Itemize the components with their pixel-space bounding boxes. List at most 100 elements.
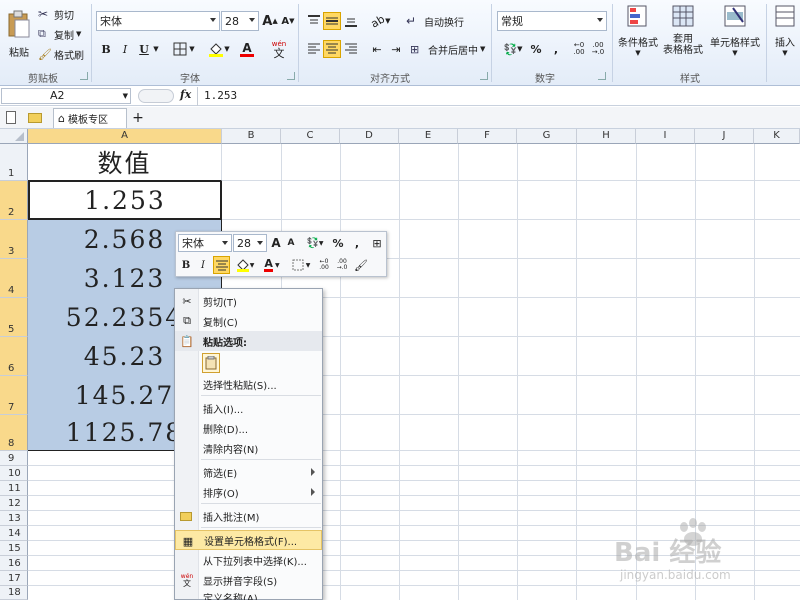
- mini-percent-button[interactable]: %: [331, 235, 345, 251]
- row-header-16[interactable]: 16: [0, 556, 28, 571]
- mini-decrease-decimal-button[interactable]: .00 →.0: [334, 257, 350, 273]
- menu-item-paste-special[interactable]: 选择性粘贴(S)...: [175, 374, 322, 394]
- chevron-down-icon[interactable]: ▼: [123, 89, 128, 103]
- column-header-e[interactable]: E: [399, 129, 458, 144]
- folder-icon[interactable]: [28, 113, 42, 123]
- menu-item-define-name[interactable]: 定义名称(A)...: [175, 590, 322, 600]
- border-button[interactable]: ▼: [170, 40, 198, 58]
- copy-button[interactable]: ⧉ 复制 ▼: [38, 26, 81, 42]
- decrease-indent-button[interactable]: ⇤: [368, 40, 386, 58]
- mini-font-size-select[interactable]: 28: [233, 234, 267, 252]
- cut-button[interactable]: ✂ 剪切: [38, 6, 74, 22]
- row-header-4[interactable]: 4: [0, 259, 28, 298]
- underline-dropdown-icon[interactable]: ▼: [152, 40, 160, 58]
- cell-a2[interactable]: 1.253: [28, 181, 222, 220]
- tab-template[interactable]: ⌂ 模板专区: [53, 108, 127, 128]
- column-header-h[interactable]: H: [577, 129, 636, 144]
- mini-shrink-font-button[interactable]: A: [284, 235, 298, 251]
- merge-center-button[interactable]: ⊞ 合并后居中 ▼: [410, 40, 485, 58]
- copy-dropdown-icon[interactable]: ▼: [76, 30, 81, 38]
- align-middle-button[interactable]: [323, 12, 341, 30]
- mini-font-name-select[interactable]: 宋体: [178, 234, 232, 252]
- shrink-font-button[interactable]: A ▼: [280, 12, 296, 30]
- paste-option-button[interactable]: [202, 353, 220, 373]
- formula-input[interactable]: 1.253: [200, 88, 798, 104]
- insert-cells-button[interactable]: 插入 ▼: [770, 4, 800, 64]
- number-format-select[interactable]: 常规: [497, 11, 607, 31]
- row-header-5[interactable]: 5: [0, 298, 28, 337]
- row-header-14[interactable]: 14: [0, 526, 28, 541]
- clipboard-launcher-icon[interactable]: [80, 72, 88, 80]
- menu-item-copy[interactable]: ⧉ 复制(C): [175, 311, 322, 331]
- mini-currency-button[interactable]: 💱 ▼: [303, 235, 327, 251]
- menu-item-sort[interactable]: 排序(O): [175, 482, 322, 502]
- menu-item-insert-comment[interactable]: 插入批注(M): [175, 506, 322, 526]
- align-right-button[interactable]: [342, 40, 360, 58]
- row-header-13[interactable]: 13: [0, 511, 28, 526]
- mini-border-button[interactable]: ▼: [288, 257, 314, 273]
- column-header-g[interactable]: G: [517, 129, 577, 144]
- increase-indent-button[interactable]: ⇥: [387, 40, 405, 58]
- column-header-a[interactable]: A: [28, 129, 222, 144]
- mini-comma-button[interactable]: ,: [350, 235, 364, 251]
- align-top-button[interactable]: [305, 12, 323, 30]
- menu-item-insert[interactable]: 插入(I)...: [175, 398, 322, 418]
- mini-format-painter-button[interactable]: 🖌: [353, 257, 369, 273]
- menu-item-filter[interactable]: 筛选(E): [175, 462, 322, 482]
- conditional-format-button[interactable]: 条件格式 ▼: [614, 4, 662, 64]
- mini-italic-button[interactable]: I: [196, 257, 210, 273]
- row-header-9[interactable]: 9: [0, 451, 28, 466]
- row-header-1[interactable]: 1: [0, 144, 28, 181]
- menu-item-cut[interactable]: ✂ 剪切(T): [175, 291, 322, 311]
- grow-font-button[interactable]: A ▲: [262, 12, 278, 30]
- column-header-b[interactable]: B: [222, 129, 281, 144]
- row-header-12[interactable]: 12: [0, 496, 28, 511]
- decrease-decimal-button[interactable]: .00 →.0: [589, 40, 607, 58]
- row-header-11[interactable]: 11: [0, 481, 28, 496]
- row-header-3[interactable]: 3: [0, 220, 28, 259]
- select-all-corner[interactable]: [0, 129, 28, 144]
- format-as-table-button[interactable]: 套用 表格格式: [660, 4, 706, 64]
- font-launcher-icon[interactable]: [287, 72, 295, 80]
- percent-button[interactable]: %: [528, 40, 544, 58]
- column-header-c[interactable]: C: [281, 129, 340, 144]
- paste-button[interactable]: 粘贴: [4, 4, 34, 64]
- number-launcher-icon[interactable]: [598, 72, 606, 80]
- align-bottom-button[interactable]: [342, 12, 360, 30]
- column-header-j[interactable]: J: [695, 129, 754, 144]
- column-header-f[interactable]: F: [458, 129, 517, 144]
- alignment-launcher-icon[interactable]: [480, 72, 488, 80]
- menu-item-clear[interactable]: 清除内容(N): [175, 438, 322, 458]
- row-header-15[interactable]: 15: [0, 541, 28, 556]
- column-header-i[interactable]: I: [636, 129, 695, 144]
- orientation-button[interactable]: ab ▼: [368, 12, 394, 30]
- row-header-17[interactable]: 17: [0, 571, 28, 586]
- align-left-button[interactable]: [305, 40, 323, 58]
- cell-a1[interactable]: 数值: [28, 144, 222, 181]
- menu-item-format-cells[interactable]: ▦ 设置单元格格式(F)...: [175, 530, 322, 550]
- font-name-select[interactable]: 宋体: [96, 11, 220, 31]
- menu-item-delete[interactable]: 删除(D)...: [175, 418, 322, 438]
- fill-color-button[interactable]: ▼: [206, 40, 232, 58]
- column-header-d[interactable]: D: [340, 129, 399, 144]
- name-box[interactable]: A2 ▼: [1, 88, 131, 104]
- add-tab-button[interactable]: +: [130, 109, 146, 127]
- insert-function-button[interactable]: fx: [180, 88, 194, 104]
- row-header-6[interactable]: 6: [0, 337, 28, 376]
- bold-button[interactable]: B: [98, 40, 114, 58]
- mini-merge-button[interactable]: ⊞: [369, 235, 385, 251]
- column-header-k[interactable]: K: [754, 129, 800, 144]
- mini-grow-font-button[interactable]: A: [269, 235, 283, 251]
- italic-button[interactable]: I: [117, 40, 133, 58]
- mini-increase-decimal-button[interactable]: ←0.00: [316, 257, 332, 273]
- row-header-8[interactable]: 8: [0, 415, 28, 451]
- new-document-icon[interactable]: [6, 111, 16, 124]
- font-size-select[interactable]: 28: [221, 11, 259, 31]
- comma-button[interactable]: ,: [548, 40, 564, 58]
- font-color-button[interactable]: A: [234, 40, 260, 58]
- mini-center-button[interactable]: [213, 256, 230, 274]
- increase-decimal-button[interactable]: ←0.00: [570, 40, 588, 58]
- mini-fill-color-button[interactable]: ▼: [233, 257, 257, 273]
- row-header-2[interactable]: 2: [0, 181, 28, 220]
- row-header-7[interactable]: 7: [0, 376, 28, 415]
